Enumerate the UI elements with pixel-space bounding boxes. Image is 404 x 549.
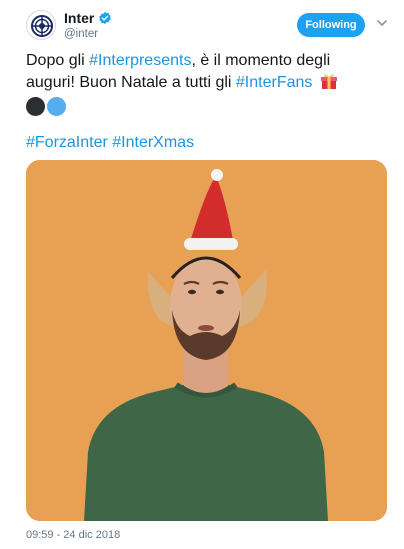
blue-circle-emoji-icon (47, 96, 66, 116)
black-circle-emoji-icon (26, 96, 45, 116)
tweet-text: Dopo gli #Interpresents, è il momento de… (26, 50, 381, 117)
hashtag-line: #ForzaInter #InterXmas (26, 132, 194, 154)
hashtag-interxmas-link[interactable]: #InterXmas (112, 134, 194, 151)
video-thumbnail-icon (26, 160, 387, 521)
account-info[interactable]: Inter @inter (64, 10, 112, 41)
tweet-timestamp[interactable]: 09:59 - 24 dic 2018 (26, 529, 120, 542)
tweet-text-part: Dopo gli (26, 52, 90, 69)
inter-logo-icon (31, 15, 53, 37)
verified-badge-icon (99, 11, 112, 25)
chevron-down-icon[interactable] (376, 18, 388, 28)
hashtag-interpresents-link[interactable]: #Interpresents (89, 52, 191, 69)
hashtag-interfans-link[interactable]: #InterFans (236, 74, 312, 91)
tweet-media[interactable] (26, 160, 387, 521)
hashtag-forzainter-link[interactable]: #ForzaInter (26, 134, 108, 151)
gift-emoji-icon (320, 74, 337, 89)
following-button[interactable]: Following (297, 13, 365, 37)
account-name[interactable]: Inter (64, 10, 94, 26)
emoji-row (26, 95, 381, 117)
account-handle: @inter (64, 28, 99, 40)
tweet-header: Inter @inter Following (0, 0, 404, 50)
avatar[interactable] (26, 10, 56, 40)
